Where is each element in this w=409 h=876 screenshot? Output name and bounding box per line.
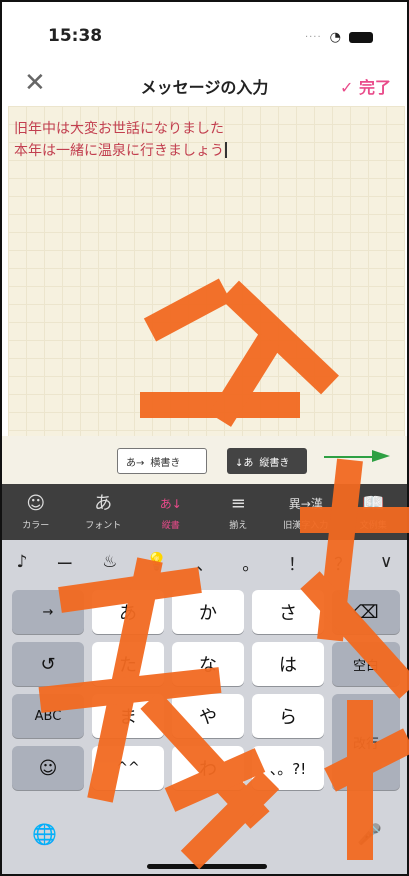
text-caret: [225, 142, 227, 158]
wifi-icon: ◔: [329, 30, 341, 45]
candidate-item[interactable]: 💡: [146, 552, 167, 572]
key-na[interactable]: な: [172, 642, 244, 686]
abc-key[interactable]: ABC: [12, 694, 84, 738]
key-ha[interactable]: は: [252, 642, 324, 686]
horizontal-text-icon: あ→: [126, 457, 145, 469]
key-a[interactable]: あ: [92, 590, 164, 634]
home-indicator: [147, 864, 267, 869]
dakuten-key[interactable]: ^^: [92, 746, 164, 790]
punctuation-key[interactable]: 、。?!: [252, 746, 324, 790]
key-ka[interactable]: か: [172, 590, 244, 634]
message-textarea[interactable]: 旧年中は大変お世話になりました 本年は一緒に温泉に行きましょう: [8, 106, 405, 436]
book-icon: 📖: [362, 493, 385, 514]
horizontal-text-button[interactable]: あ→ 横書き: [117, 448, 207, 474]
candidate-item[interactable]: 、: [196, 550, 213, 575]
signal-icon: ····: [304, 32, 322, 43]
status-bar: 15:38 ···· ◔: [2, 2, 407, 62]
font-icon: あ: [94, 493, 113, 514]
key-ya[interactable]: や: [172, 694, 244, 738]
candidate-item[interactable]: 。: [242, 550, 259, 575]
key-ra[interactable]: ら: [252, 694, 324, 738]
space-key[interactable]: 空白: [332, 642, 400, 686]
message-line-2: 本年は一緒に温泉に行きましょう: [14, 143, 224, 159]
candidate-item[interactable]: ー: [56, 550, 73, 575]
microphone-icon[interactable]: 🎤: [357, 822, 382, 846]
color-tool-button[interactable]: ☺ カラー: [2, 484, 70, 540]
expand-candidates-icon[interactable]: ∨: [380, 552, 392, 572]
key-sa[interactable]: さ: [252, 590, 324, 634]
keyboard: ♪ ー ♨ 💡 、 。 ！ ？ ∨ → あ か さ ⌫ ↺ た な は 空白 A…: [2, 540, 407, 874]
arrow-key[interactable]: →: [12, 590, 84, 634]
align-icon: ≡: [230, 493, 246, 514]
done-button[interactable]: ✓ 完了: [340, 74, 391, 98]
candidate-bar: ♪ ー ♨ 💡 、 。 ！ ？ ∨: [2, 540, 407, 584]
delete-key[interactable]: ⌫: [332, 590, 400, 634]
app-screen: 15:38 ···· ◔ ✕ メッセージの入力 ✓ 完了 旧年中は大変お世話にな…: [0, 0, 409, 876]
key-ma[interactable]: ま: [92, 694, 164, 738]
message-line-1: 旧年中は大変お世話になりました: [14, 121, 224, 137]
candidate-item[interactable]: ♪: [16, 552, 27, 572]
undo-key[interactable]: ↺: [12, 642, 84, 686]
vertical-text-button[interactable]: ↓あ 縦書き: [227, 448, 307, 474]
palette-icon: ☺: [26, 493, 46, 514]
nav-header: ✕ メッセージの入力 ✓ 完了: [2, 64, 407, 106]
green-arrow-icon: [324, 450, 390, 462]
globe-icon[interactable]: 🌐: [32, 822, 57, 846]
status-time: 15:38: [48, 26, 103, 46]
old-kanji-tool-button[interactable]: 異→漢 旧漢字入力: [272, 484, 340, 540]
vertical-tool-button[interactable]: あ↓ 縦書: [137, 484, 205, 540]
candidate-item[interactable]: ！: [288, 550, 305, 575]
font-tool-button[interactable]: あフォント: [70, 484, 138, 540]
key-ta[interactable]: た: [92, 642, 164, 686]
examples-tool-button[interactable]: 📖 文例集: [340, 484, 408, 540]
vertical-text-icon: ↓あ: [235, 457, 254, 469]
candidate-item[interactable]: ？: [334, 550, 351, 575]
battery-icon: [349, 32, 373, 43]
emoji-key[interactable]: ☺: [12, 746, 84, 790]
enter-key[interactable]: 改行: [332, 694, 400, 790]
vertical-writing-icon: あ↓: [159, 497, 182, 511]
align-tool-button[interactable]: ≡ 揃え: [205, 484, 273, 540]
candidate-item[interactable]: ♨: [102, 552, 117, 572]
key-wa[interactable]: わ: [172, 746, 244, 790]
kanji-convert-icon: 異→漢: [288, 497, 323, 511]
edit-toolbar: ☺ カラー あフォント あ↓ 縦書 ≡ 揃え 異→漢 旧漢字入力 📖 文例集: [2, 484, 407, 540]
